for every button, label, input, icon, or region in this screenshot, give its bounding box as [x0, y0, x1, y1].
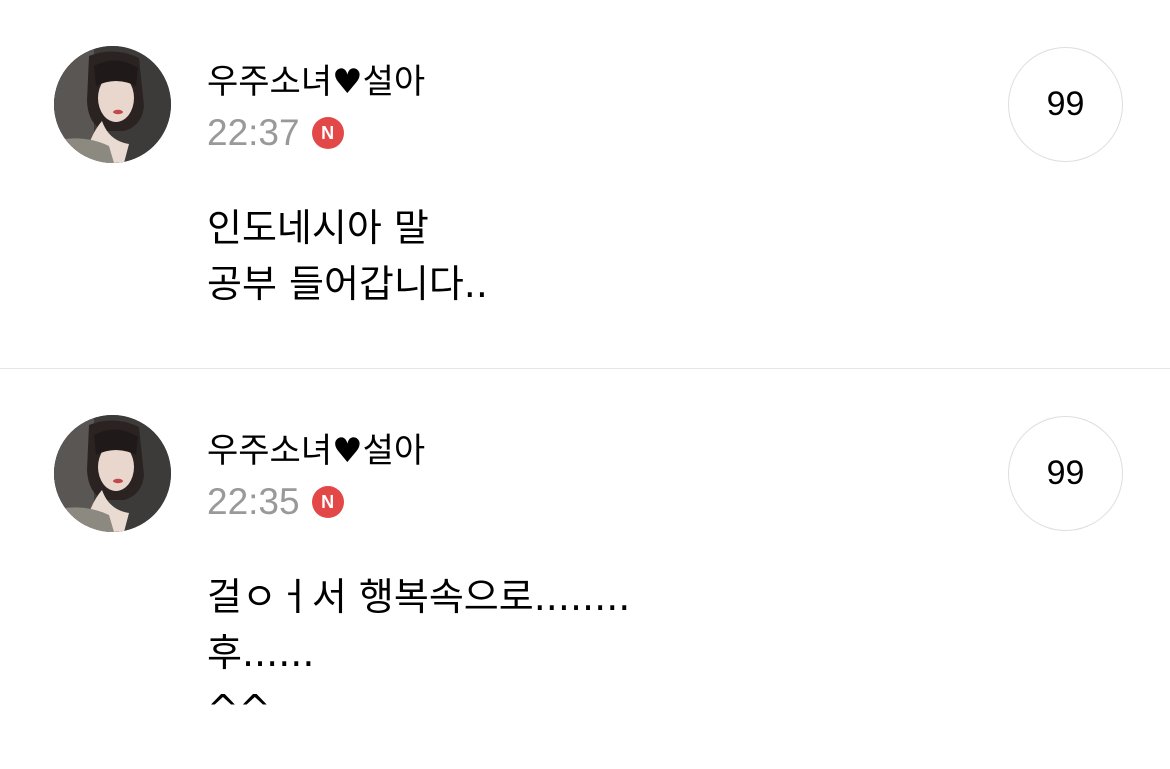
- author-name[interactable]: 우주소녀♥설아: [207, 60, 425, 104]
- author-name[interactable]: 우주소녀♥설아: [207, 429, 425, 473]
- avatar[interactable]: [54, 415, 171, 532]
- count-button[interactable]: 99: [1008, 416, 1123, 531]
- post-body: 인도네시아 말 공부 들어갑니다..: [207, 200, 488, 312]
- post-meta: 22:35 N: [207, 480, 344, 524]
- post-item[interactable]: 우주소녀♥설아 22:35 N 99 걸ㅇㅓ서 행복속으로........ 후.…: [0, 369, 1170, 769]
- post-item[interactable]: 우주소녀♥설아 22:37 N 99 인도네시아 말 공부 들어갑니다..: [0, 0, 1170, 368]
- post-time: 22:35: [207, 481, 300, 522]
- post-time: 22:37: [207, 112, 300, 153]
- post-body-line: 인도네시아 말: [207, 206, 429, 250]
- post-body-line: 걸ㅇㅓ서 행복속으로........: [207, 575, 631, 619]
- post-body-line: 후......: [207, 631, 315, 675]
- avatar[interactable]: [54, 46, 171, 163]
- new-badge: N: [311, 486, 344, 518]
- post-meta: 22:37 N: [207, 111, 344, 155]
- new-badge: N: [311, 117, 344, 149]
- post-body-line: ^^: [207, 687, 271, 731]
- post-body-line: 공부 들어갑니다..: [207, 262, 488, 306]
- count-button[interactable]: 99: [1008, 47, 1123, 162]
- post-body: 걸ㅇㅓ서 행복속으로........ 후...... ^^: [207, 569, 630, 737]
